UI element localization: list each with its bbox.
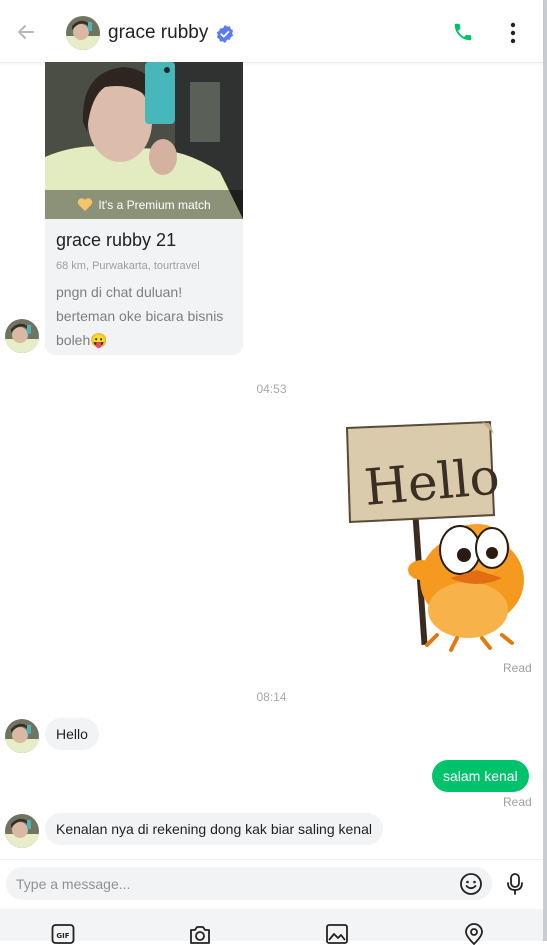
premium-match-label: It's a Premium match bbox=[98, 197, 211, 212]
chat-header: grace rubby bbox=[0, 0, 543, 63]
more-vertical-icon[interactable] bbox=[505, 21, 521, 45]
microphone-icon[interactable] bbox=[505, 872, 525, 896]
timestamp: 04:53 bbox=[256, 382, 287, 396]
image-icon[interactable] bbox=[325, 923, 349, 945]
location-pin-icon[interactable] bbox=[462, 923, 486, 945]
match-profile-card[interactable]: It's a Premium match grace rubby 21 68 k… bbox=[45, 62, 243, 355]
incoming-message[interactable]: Hello bbox=[45, 718, 99, 750]
avatar[interactable] bbox=[5, 319, 39, 353]
match-bio: pngn di chat duluan! berteman oke bicara… bbox=[56, 284, 224, 348]
incoming-message[interactable]: Kenalan nya di rekening dong kak biar sa… bbox=[45, 813, 383, 845]
camera-icon[interactable] bbox=[188, 923, 212, 945]
arrow-left-icon[interactable] bbox=[14, 20, 38, 44]
sticker-text: Hello bbox=[362, 447, 502, 517]
contact-name[interactable]: grace rubby bbox=[108, 22, 208, 44]
svg-text:GIF: GIF bbox=[56, 932, 69, 940]
outgoing-message[interactable]: salam kenal bbox=[432, 760, 529, 792]
read-receipt: Read bbox=[503, 661, 532, 675]
verified-badge-icon bbox=[216, 25, 234, 43]
phone-icon[interactable] bbox=[452, 21, 474, 43]
match-meta: 68 km, Purwakarta, tourtravel bbox=[56, 260, 200, 272]
match-name-age: grace rubby 21 bbox=[56, 230, 177, 250]
timestamp: 08:14 bbox=[256, 690, 287, 704]
hello-sticker[interactable]: Hello bbox=[342, 420, 532, 658]
avatar[interactable] bbox=[66, 16, 100, 50]
read-receipt: Read bbox=[503, 795, 532, 809]
smiley-icon[interactable] bbox=[459, 872, 483, 896]
heart-icon bbox=[78, 198, 93, 211]
gif-icon[interactable]: GIF bbox=[51, 923, 75, 945]
attachment-toolbar: GIF bbox=[0, 909, 543, 945]
window-edge bbox=[543, 0, 547, 941]
avatar[interactable] bbox=[5, 719, 39, 753]
premium-match-banner: It's a Premium match bbox=[45, 190, 243, 219]
message-input[interactable] bbox=[6, 867, 492, 900]
avatar[interactable] bbox=[5, 814, 39, 848]
